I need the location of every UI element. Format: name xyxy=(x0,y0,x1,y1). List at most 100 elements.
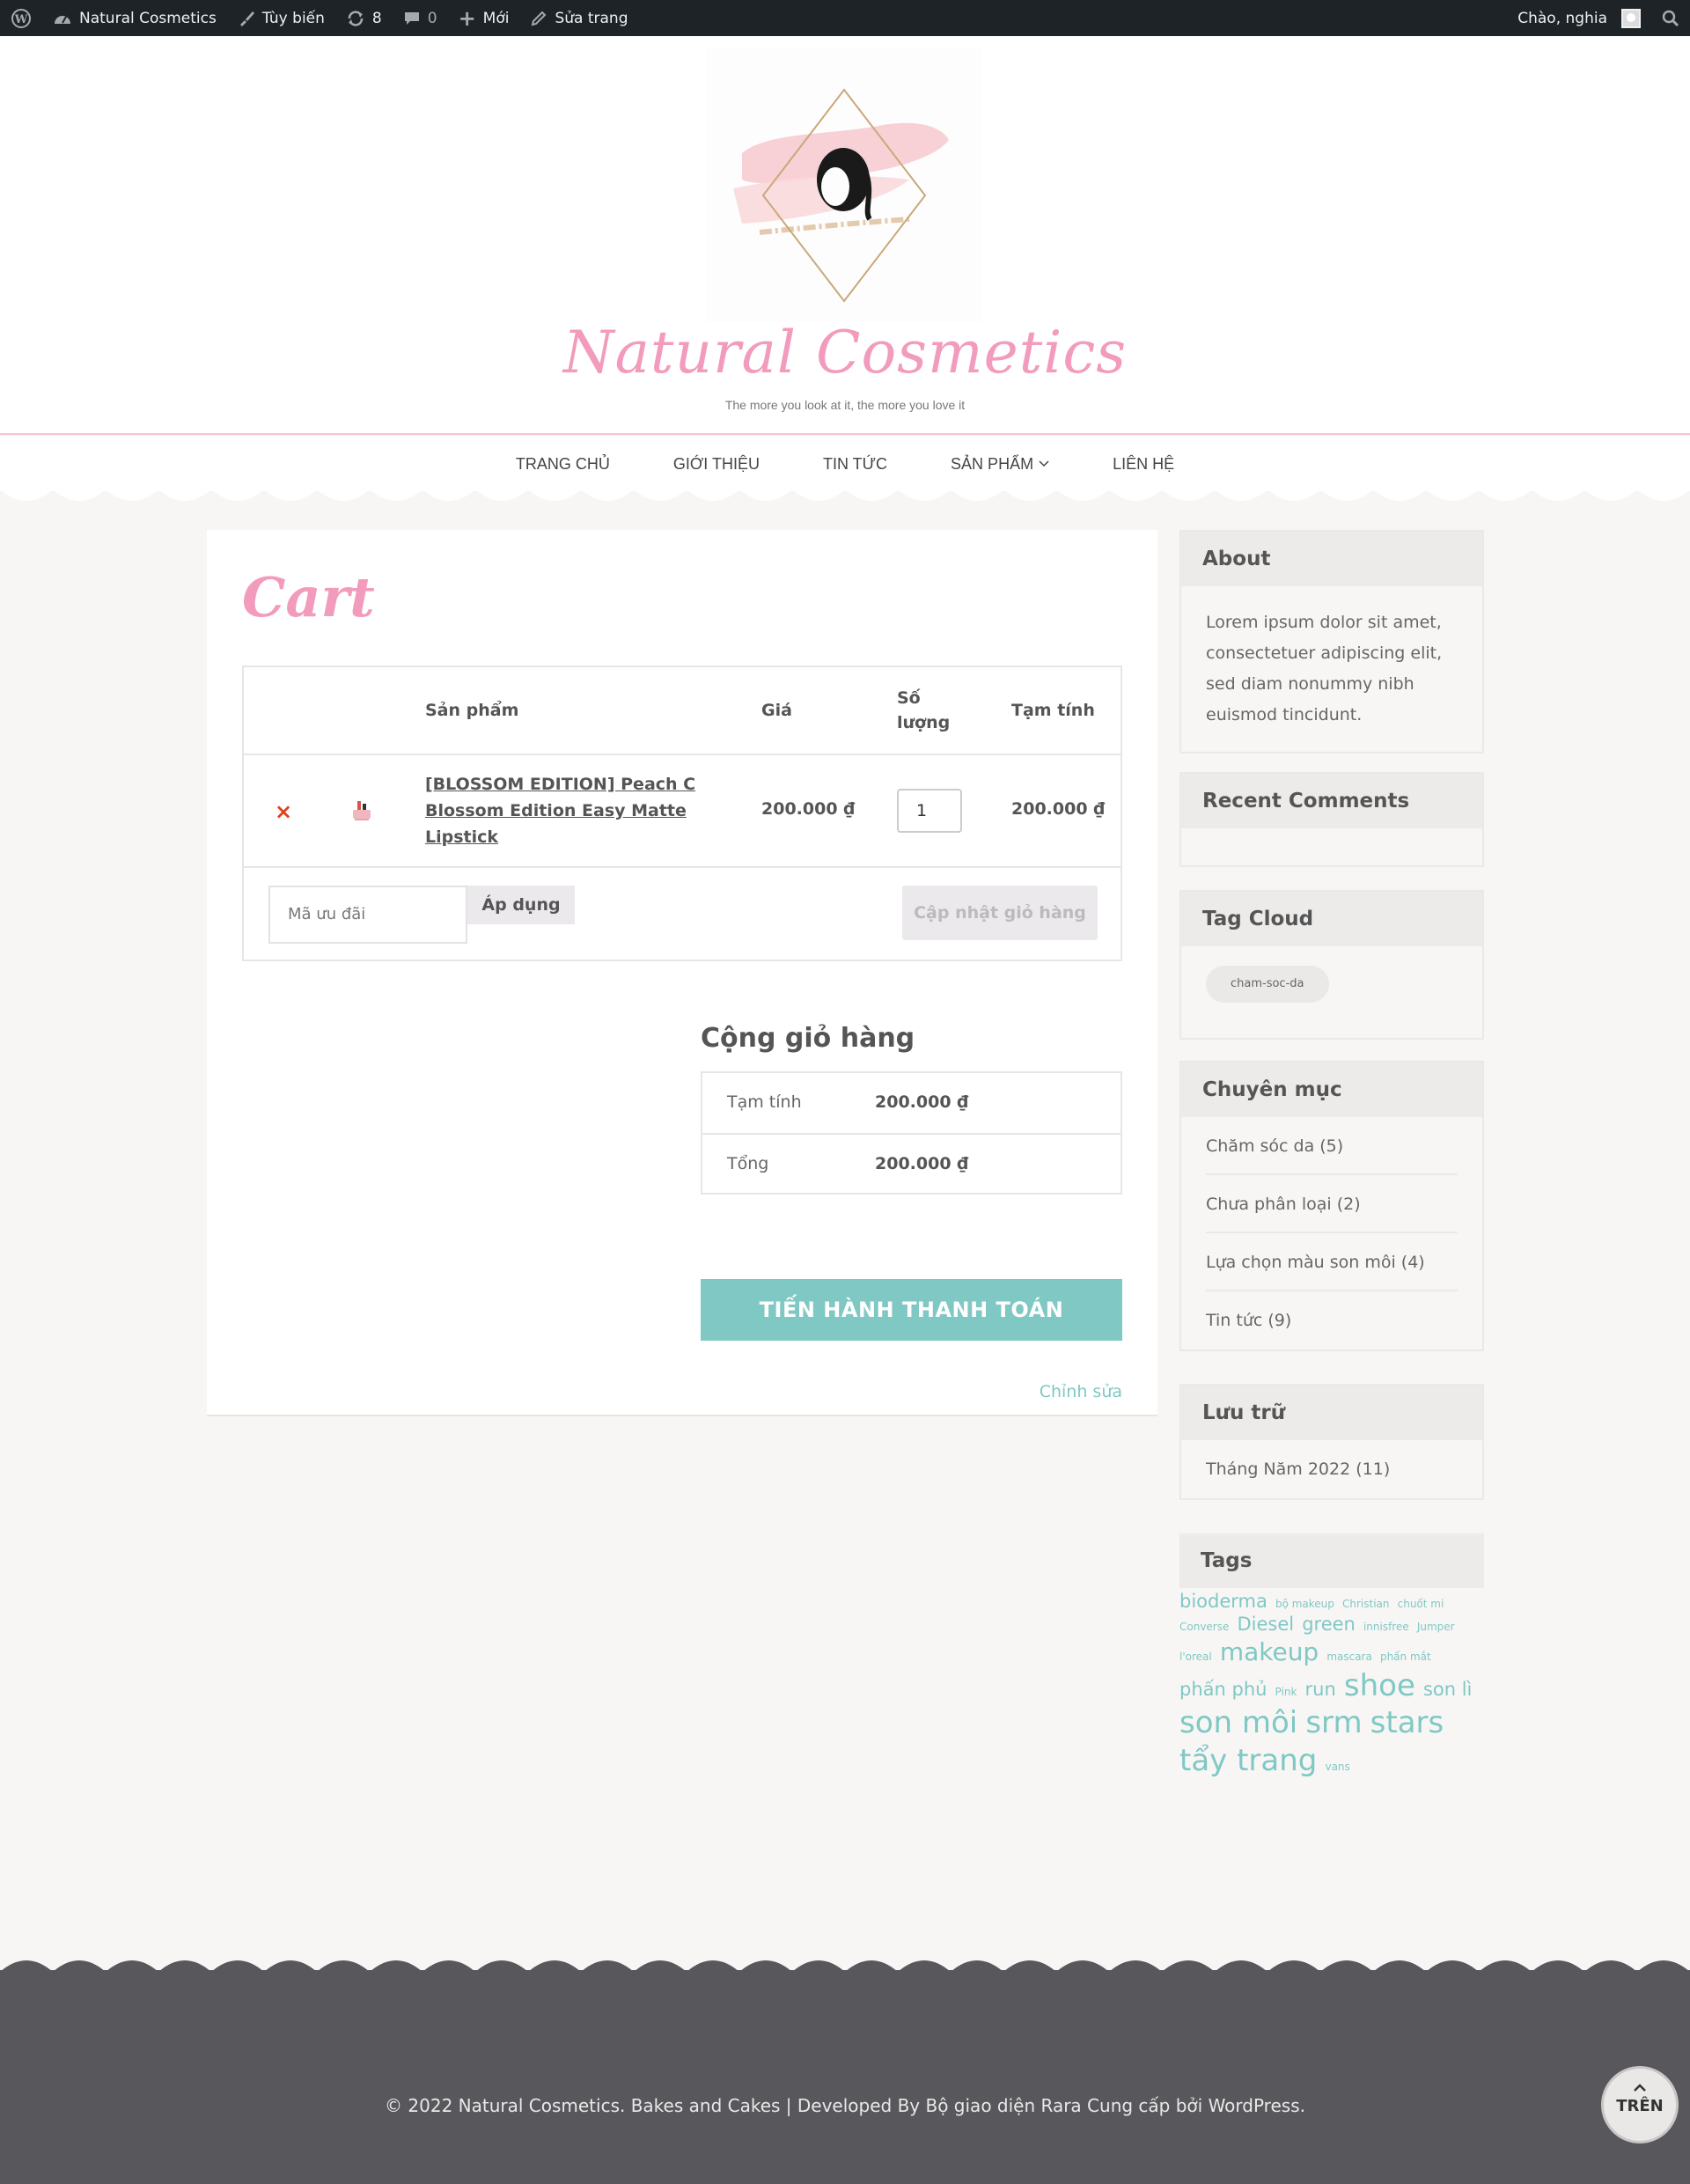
subtotal-label: Tạm tính xyxy=(727,1092,802,1112)
product-name-link[interactable]: [BLOSSOM EDITION] Peach C Blossom Editio… xyxy=(425,771,698,850)
subtotal-value: 200.000 ₫ xyxy=(875,1092,969,1112)
tag-link[interactable]: Christian xyxy=(1342,1598,1390,1610)
widget-about: About Lorem ipsum dolor sit amet, consec… xyxy=(1179,530,1484,754)
nav-item-home[interactable]: TRANG CHỦ xyxy=(484,455,642,474)
tag-link[interactable]: tẩy trang xyxy=(1179,1743,1317,1778)
back-to-top-button[interactable]: TRÊN xyxy=(1601,2066,1679,2144)
tag-link[interactable]: innisfree xyxy=(1363,1621,1409,1633)
column-header-price: Giá xyxy=(761,701,792,720)
account-menu[interactable]: Chào, nghia xyxy=(1507,0,1651,36)
edit-page-link-bottom[interactable]: Chỉnh sửa xyxy=(1040,1382,1122,1401)
widget-categories: Chuyên mục Chăm sóc da (5) Chưa phân loạ… xyxy=(1179,1061,1484,1351)
nav-label: LIÊN HỆ xyxy=(1113,454,1175,473)
update-cart-button[interactable]: Cập nhật giỏ hàng xyxy=(902,886,1098,940)
search-icon xyxy=(1662,10,1679,26)
new-label: Mới xyxy=(482,9,510,27)
comments-count: 0 xyxy=(427,9,437,27)
cart-totals-title: Cộng giỏ hàng xyxy=(701,1023,915,1054)
total-label: Tổng xyxy=(727,1154,769,1173)
column-header-product: Sản phẩm xyxy=(425,701,519,720)
apply-coupon-button[interactable]: Áp dụng xyxy=(467,886,575,924)
tag-link[interactable]: bộ makeup xyxy=(1275,1598,1334,1610)
wordpress-icon: W xyxy=(11,8,31,28)
proceed-to-checkout-button[interactable]: TIẾN HÀNH THANH TOÁN xyxy=(701,1279,1122,1341)
tag-link[interactable]: makeup xyxy=(1220,1637,1319,1666)
avatar xyxy=(1621,8,1641,28)
wordpress-menu[interactable]: W xyxy=(0,0,42,36)
archive-item[interactable]: Tháng Năm 2022 (11) xyxy=(1206,1440,1458,1498)
widget-title: Tags xyxy=(1179,1533,1484,1588)
site-footer: © 2022 Natural Cosmetics. Bakes and Cake… xyxy=(0,1954,1690,2184)
totals-total-row: Tổng 200.000 ₫ xyxy=(702,1133,1121,1193)
widget-recent-comments: Recent Comments xyxy=(1179,772,1484,867)
updates-count: 8 xyxy=(371,9,382,27)
nav-label: TRANG CHỦ xyxy=(515,454,610,473)
tag-link[interactable]: srm xyxy=(1305,1705,1362,1740)
tags-cloud: bioderma bộ makeup Christian chuốt mi Co… xyxy=(1179,1590,1484,1779)
product-subtotal: 200.000 ₫ xyxy=(1011,799,1106,819)
site-logo[interactable] xyxy=(707,48,981,322)
remove-item-button[interactable]: × xyxy=(275,799,292,824)
edit-page-label: Sửa trang xyxy=(555,9,628,27)
page-title: Cart xyxy=(242,565,375,629)
nav-item-contact[interactable]: LIÊN HỆ xyxy=(1081,455,1206,474)
tag-link[interactable]: phấn phủ xyxy=(1179,1679,1267,1700)
updates-icon xyxy=(348,10,364,26)
scallop-border xyxy=(0,1954,1690,1972)
greeting: Chào, nghia xyxy=(1517,9,1607,27)
nav-label: GIỚI THIỆU xyxy=(672,454,760,473)
pencil-icon xyxy=(532,11,547,26)
edit-page-link[interactable]: Sửa trang xyxy=(519,0,638,36)
new-content-link[interactable]: + Mới xyxy=(448,0,520,36)
tag-link[interactable]: run xyxy=(1305,1679,1336,1700)
category-item[interactable]: Chưa phân loại (2) xyxy=(1206,1175,1458,1233)
nav-label: TIN TỨC xyxy=(823,454,888,473)
site-tagline: The more you look at it, the more you lo… xyxy=(724,398,966,412)
nav-item-about[interactable]: GIỚI THIỆU xyxy=(642,455,791,474)
site-name-link[interactable]: Natural Cosmetics xyxy=(42,0,227,36)
recent-comments-list xyxy=(1181,828,1482,865)
category-item[interactable]: Chăm sóc da (5) xyxy=(1206,1117,1458,1175)
nav-label: SẢN PHẨM xyxy=(951,454,1034,473)
admin-bar: W Natural Cosmetics Tùy biến 8 0 + Mới S… xyxy=(0,0,1690,36)
updates-link[interactable]: 8 xyxy=(335,0,393,36)
widget-tags: Tags xyxy=(1179,1533,1484,1588)
category-item[interactable]: Lựa chọn màu son môi (4) xyxy=(1206,1233,1458,1291)
tag-link[interactable]: Diesel xyxy=(1237,1614,1294,1635)
footer-background xyxy=(0,1970,1690,2184)
product-thumbnail[interactable] xyxy=(346,794,378,826)
back-to-top-label: TRÊN xyxy=(1616,2097,1664,2115)
widget-tag-cloud: Tag Cloud cham-soc-da xyxy=(1179,890,1484,1040)
categories-list: Chăm sóc da (5) Chưa phân loại (2) Lựa c… xyxy=(1181,1117,1482,1349)
tag-link[interactable]: green xyxy=(1302,1614,1356,1635)
nav-item-news[interactable]: TIN TỨC xyxy=(791,455,919,474)
tag-link[interactable]: vans xyxy=(1325,1761,1349,1773)
widget-title: About xyxy=(1181,532,1482,586)
quantity-input[interactable]: 1 xyxy=(897,789,962,833)
tag-pill[interactable]: cham-soc-da xyxy=(1206,966,1329,1003)
customize-link[interactable]: Tùy biến xyxy=(227,0,335,36)
tag-link[interactable]: bioderma xyxy=(1179,1591,1268,1612)
tag-link[interactable]: Jumper xyxy=(1417,1621,1455,1633)
total-value: 200.000 ₫ xyxy=(875,1154,969,1173)
tag-link[interactable]: son lì xyxy=(1423,1679,1472,1700)
tag-link[interactable]: chuốt mi xyxy=(1398,1598,1444,1610)
about-text: Lorem ipsum dolor sit amet, consectetuer… xyxy=(1206,613,1443,724)
tag-link[interactable]: phấn mắt xyxy=(1380,1651,1431,1663)
comments-link[interactable]: 0 xyxy=(393,0,448,36)
site-title[interactable]: Natural Cosmetics xyxy=(0,319,1690,386)
tag-link[interactable]: Pink xyxy=(1275,1686,1297,1698)
category-item[interactable]: Tin tức (9) xyxy=(1206,1291,1458,1349)
nav-item-products[interactable]: SẢN PHẨM xyxy=(919,455,1081,474)
scallop-border xyxy=(0,489,1690,507)
tag-link[interactable]: stars xyxy=(1370,1705,1444,1740)
tag-link[interactable]: shoe xyxy=(1344,1668,1415,1703)
tag-link[interactable]: Converse xyxy=(1179,1621,1229,1633)
coupon-code-input[interactable]: Mã ưu đãi xyxy=(268,886,467,944)
widget-title: Recent Comments xyxy=(1181,774,1482,828)
admin-search[interactable] xyxy=(1651,0,1690,36)
tag-link[interactable]: son môi xyxy=(1179,1705,1297,1740)
totals-subtotal-row: Tạm tính 200.000 ₫ xyxy=(702,1073,1121,1133)
tag-link[interactable]: mascara xyxy=(1326,1651,1372,1663)
tag-link[interactable]: l'oreal xyxy=(1179,1651,1212,1663)
